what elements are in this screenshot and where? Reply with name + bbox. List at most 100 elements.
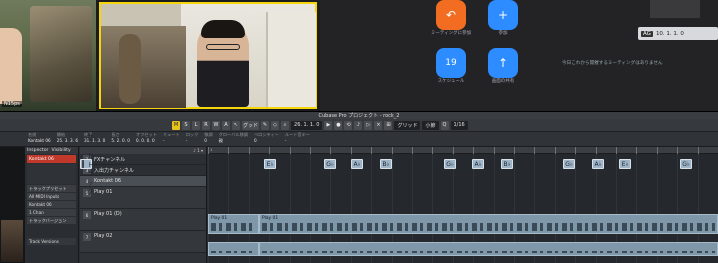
track-row-2[interactable]: 3 入出力チャンネル bbox=[80, 165, 206, 176]
chord-event-9[interactable]: E♭ bbox=[619, 159, 631, 169]
mini-transport[interactable]: AG 10. 1. 1. 0 bbox=[638, 27, 718, 40]
inspector-row-4[interactable]: トラックバージョン bbox=[27, 217, 76, 224]
track-row-0[interactable]: 1 コードトラック bbox=[80, 135, 93, 196]
inspector-row-3[interactable]: 1 Chan bbox=[27, 209, 76, 216]
plus-icon[interactable]: + bbox=[488, 0, 518, 30]
inspector-row-0[interactable]: トラックプリセット bbox=[27, 185, 76, 192]
toolbar-w-button[interactable]: W bbox=[212, 120, 220, 130]
info-field-value[interactable]: 5. 2. 0. 0 bbox=[111, 138, 130, 144]
info-field-value[interactable]: 0 bbox=[204, 138, 212, 144]
snap-toggle-icon[interactable]: ⊞ bbox=[384, 120, 393, 130]
inspector-tabs: Inspector Visibility bbox=[25, 147, 78, 154]
chord-event-2[interactable]: A♭ bbox=[351, 159, 363, 169]
play-tool-icon[interactable]: ▷ bbox=[364, 120, 373, 130]
join-meeting-item[interactable]: ↶ ミーティングに参加 bbox=[431, 0, 476, 36]
position-display[interactable]: 26. 1. 1. 0 bbox=[291, 120, 323, 130]
tab-visibility[interactable]: Visibility bbox=[51, 148, 70, 153]
chord-event-8[interactable]: A♭ bbox=[592, 159, 604, 169]
info-field-3[interactable]: 長さ 5. 2. 0. 0 bbox=[111, 132, 130, 146]
midi-part-row2-1[interactable] bbox=[259, 242, 718, 256]
chord-event-1[interactable]: G♭ bbox=[324, 159, 336, 169]
track-list-header[interactable]: ♪ 1 ▾ bbox=[80, 147, 206, 154]
info-field-8[interactable]: グローバル移調親 bbox=[219, 132, 248, 146]
info-field-1[interactable]: 開始 25. 3. 3. 6 bbox=[57, 132, 78, 146]
tab-inspector[interactable]: Inspector bbox=[27, 148, 48, 153]
track-row-5[interactable]: 6 Play 01 (D) bbox=[80, 209, 206, 231]
quantize-select[interactable]: 1/16 bbox=[450, 120, 468, 130]
join-icon[interactable]: ↶ bbox=[436, 0, 466, 30]
info-field-0[interactable]: 名前 Kontakt 06 bbox=[28, 132, 51, 146]
join-item[interactable]: + 参加 bbox=[488, 0, 528, 36]
inspector-controls[interactable] bbox=[27, 164, 76, 184]
chord-event-6[interactable]: B♭ bbox=[501, 159, 513, 169]
calendar-widget bbox=[650, 0, 700, 18]
inspector-track-name[interactable]: Kontakt 06 bbox=[27, 155, 76, 163]
chord-event-7[interactable]: G♭ bbox=[563, 159, 575, 169]
info-field-4[interactable]: オフセット 0. 0. 0. 0 bbox=[136, 132, 157, 146]
schedule-item[interactable]: 19 スケジュール bbox=[436, 48, 476, 84]
quantize-icon[interactable]: Q bbox=[440, 120, 449, 130]
midi-part-0[interactable]: Play 01 bbox=[208, 214, 259, 234]
play-icon[interactable]: ▶ bbox=[324, 120, 333, 130]
share-screen-icon[interactable]: ↑ bbox=[488, 48, 518, 78]
track-row-3[interactable]: 4 Kontakt 06 bbox=[80, 176, 206, 187]
info-field-value[interactable]: 0 bbox=[254, 138, 279, 144]
share-screen-item[interactable]: ↑ 画面の共有 bbox=[488, 48, 528, 84]
toolbar-m-button[interactable]: M bbox=[172, 120, 180, 130]
measure-select[interactable]: 小節 bbox=[422, 120, 439, 130]
mute-tool-icon[interactable]: × bbox=[374, 120, 383, 130]
video-thumbnail bbox=[1, 220, 23, 262]
zoom-tool-icon[interactable]: ⌕ bbox=[281, 120, 290, 130]
grid-select[interactable]: グリッド bbox=[394, 120, 421, 130]
info-field-value[interactable]: 25. 3. 3. 6 bbox=[57, 138, 78, 144]
info-field-value[interactable]: Kontakt 06 bbox=[28, 138, 51, 144]
inspector-row-1[interactable]: All MIDI Inputs bbox=[27, 193, 76, 200]
info-field-9[interactable]: ベロシティー 0 bbox=[254, 132, 279, 146]
inspector-row-2[interactable]: Kontakt 06 bbox=[27, 201, 76, 208]
info-field-value[interactable]: - bbox=[285, 138, 310, 144]
info-field-6[interactable]: ロック - bbox=[186, 132, 199, 146]
midi-part-1[interactable]: Play 01 bbox=[259, 214, 718, 234]
pencil-tool-icon[interactable]: ✎ bbox=[261, 120, 270, 130]
calendar-icon[interactable]: 19 bbox=[436, 48, 466, 78]
track-name[interactable]: Play 01 (D) bbox=[94, 211, 122, 217]
track-row-1[interactable]: 2FXチャンネル bbox=[80, 154, 206, 165]
track-name[interactable]: FXチャンネル bbox=[94, 156, 125, 163]
track-number: 7 bbox=[83, 233, 91, 241]
info-field-10[interactable]: ルート音キー - bbox=[285, 132, 310, 146]
speaker-icon[interactable]: ♪ bbox=[354, 120, 363, 130]
info-field-value[interactable]: 0. 0. 0. 0 bbox=[136, 138, 157, 144]
ruler-tick bbox=[269, 147, 271, 154]
info-field-value[interactable]: - bbox=[163, 138, 180, 144]
midi-part-row2-0[interactable] bbox=[208, 242, 259, 256]
loop-icon[interactable]: ⟲ bbox=[344, 120, 353, 130]
chord-event-4[interactable]: G♭ bbox=[444, 159, 456, 169]
eraser-tool-icon[interactable]: ◇ bbox=[271, 120, 280, 130]
snap-select[interactable]: グッド bbox=[242, 120, 260, 130]
track-versions-footer[interactable]: Track Versions bbox=[27, 238, 76, 245]
track-name[interactable]: Play 02 bbox=[94, 233, 112, 239]
timeline-ruler[interactable]: 1 bbox=[208, 147, 718, 154]
track-name[interactable]: Play 01 bbox=[94, 189, 112, 195]
pointer-tool-icon[interactable]: ↖ bbox=[232, 120, 240, 130]
info-field-7[interactable]: 移調 0 bbox=[204, 132, 212, 146]
info-field-5[interactable]: ミュート - bbox=[163, 132, 180, 146]
toolbar-l-button[interactable]: L bbox=[192, 120, 200, 130]
track-row-6[interactable]: 7 Play 02 bbox=[80, 231, 206, 253]
ruler-tick bbox=[555, 147, 557, 154]
chord-event-0[interactable]: E♭ bbox=[264, 159, 276, 169]
info-field-value[interactable]: 親 bbox=[219, 138, 248, 144]
toolbar-r-button[interactable]: R bbox=[202, 120, 210, 130]
toolbar-a-button[interactable]: A bbox=[222, 120, 230, 130]
record-icon[interactable]: ● bbox=[334, 120, 343, 130]
track-row-4[interactable]: 5 Play 01 bbox=[80, 187, 206, 209]
track-name[interactable]: コードトラック bbox=[87, 133, 93, 196]
chord-event-3[interactable]: B♭ bbox=[380, 159, 392, 169]
chord-event-10[interactable]: G♭ bbox=[680, 159, 692, 169]
info-field-value[interactable]: - bbox=[186, 138, 199, 144]
chord-event-5[interactable]: A♭ bbox=[472, 159, 484, 169]
track-name[interactable]: 入出力チャンネル bbox=[94, 167, 134, 174]
ruler-tick bbox=[514, 147, 516, 154]
track-name[interactable]: Kontakt 06 bbox=[94, 178, 121, 184]
toolbar-s-button[interactable]: S bbox=[182, 120, 190, 130]
